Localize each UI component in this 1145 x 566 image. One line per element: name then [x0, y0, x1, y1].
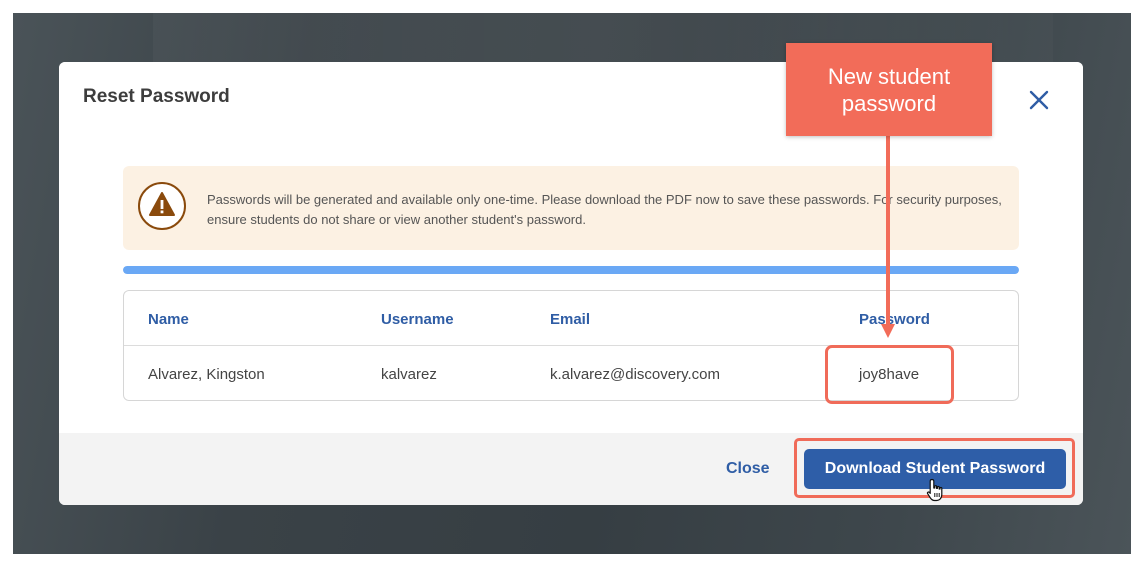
progress-bar [123, 266, 1019, 274]
callout-line-2: password [841, 91, 937, 116]
progress-bar-fill [123, 266, 1019, 274]
hand-cursor-icon [926, 478, 946, 502]
callout-arrow-head [881, 324, 895, 338]
callout-new-student-password: New student password [786, 43, 992, 136]
warning-banner: Passwords will be generated and availabl… [123, 166, 1019, 250]
cell-name: Alvarez, Kingston [148, 366, 265, 383]
warning-icon [137, 181, 187, 231]
column-header-name: Name [148, 311, 189, 328]
column-header-email: Email [550, 311, 591, 328]
modal-title: Reset Password [83, 86, 230, 107]
close-button[interactable]: Close [726, 460, 770, 478]
cell-email: k.alvarez@discovery.com [550, 366, 720, 383]
cell-username: kalvarez [381, 366, 437, 383]
callout-arrow-line [886, 136, 890, 328]
close-icon[interactable] [1025, 86, 1053, 114]
column-header-username: Username [381, 311, 454, 328]
callout-line-1: New student [827, 64, 951, 89]
password-highlight [825, 345, 954, 404]
